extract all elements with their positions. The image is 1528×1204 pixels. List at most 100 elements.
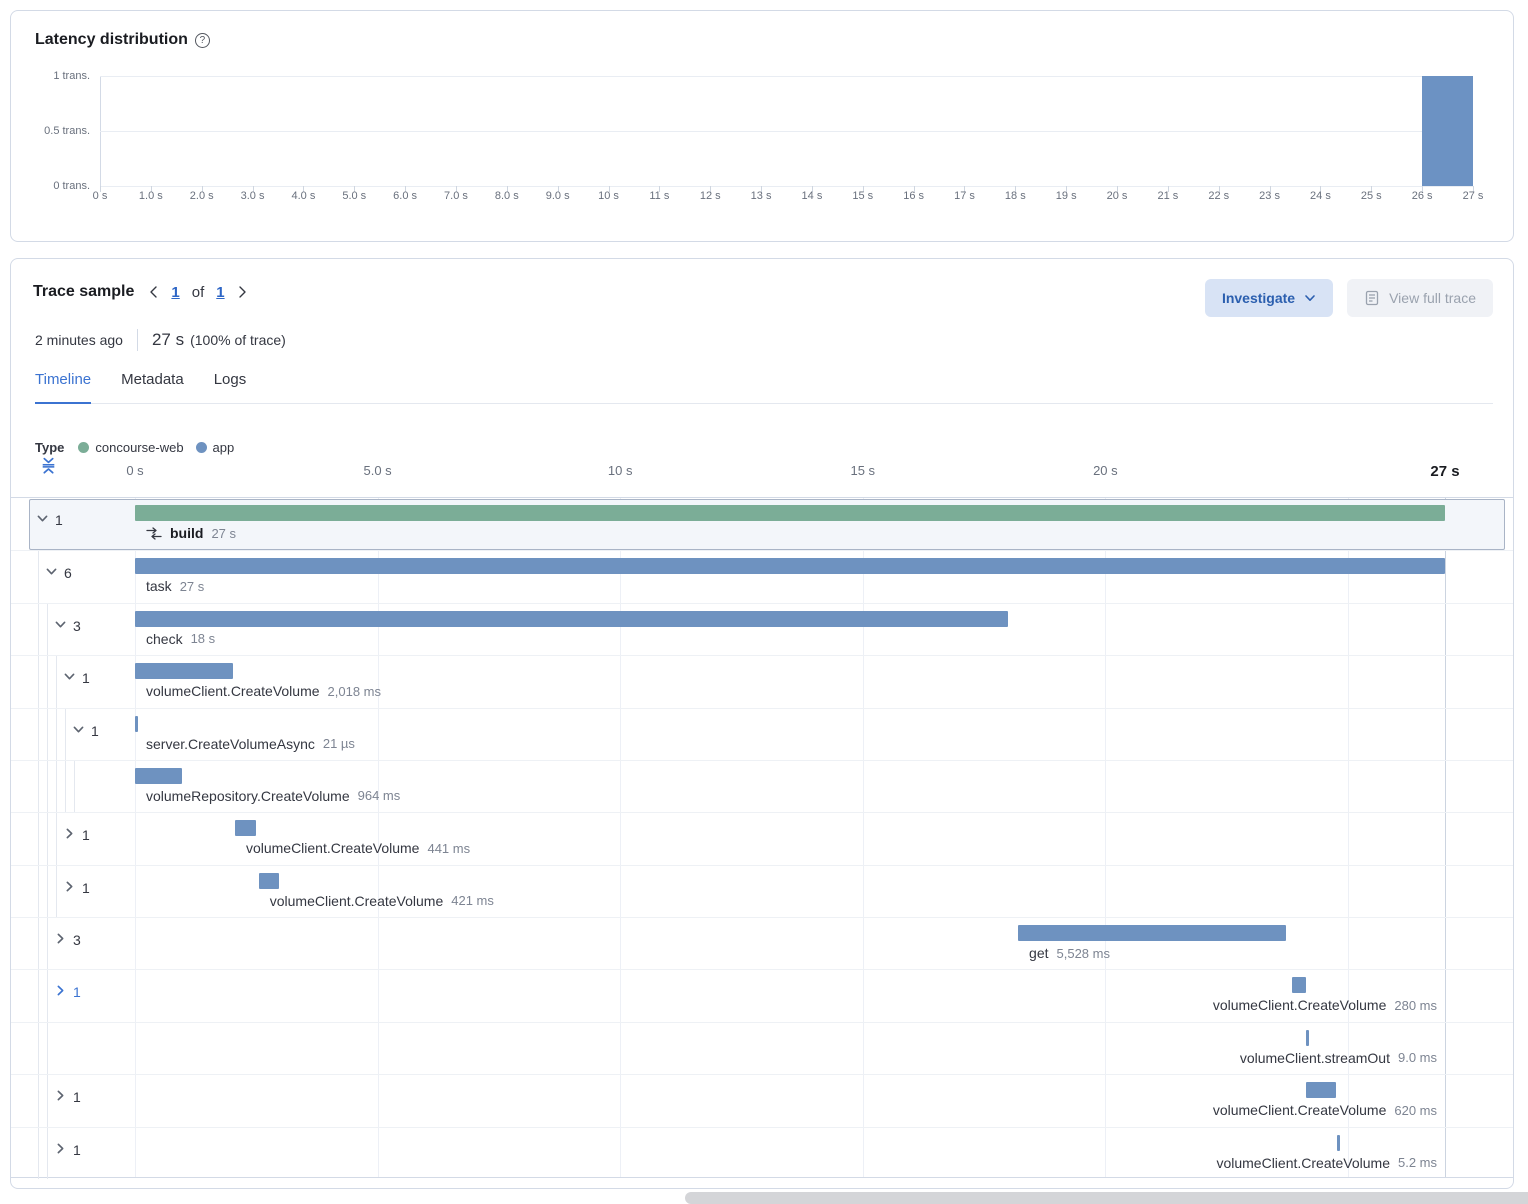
indent-guide [56,709,57,760]
latency-panel-title: Latency distribution [35,31,188,49]
span-duration: 620 ms [1394,1103,1437,1118]
span-bar[interactable] [135,768,182,784]
indent-guide [38,918,39,969]
tab-timeline[interactable]: Timeline [35,371,91,404]
span-bar[interactable] [259,873,279,889]
trace-summary: 2 minutes ago 27 s (100% of trace) [35,329,286,351]
span-count[interactable]: 1 [82,880,90,896]
span-bar[interactable] [1306,1030,1309,1046]
latency-x-tick-label: 2.0 s [190,190,214,202]
span-name: volumeClient.CreateVolume [1213,1102,1387,1118]
span-duration: 280 ms [1394,998,1437,1013]
trace-span-row[interactable]: 1volumeClient.CreateVolume421 ms [11,865,1513,917]
vertical-divider [137,329,138,351]
span-bar[interactable] [1306,1082,1336,1098]
span-bar[interactable] [1018,925,1286,941]
trace-span-row[interactable]: 3 check18 s [11,603,1513,655]
chevron-right-icon[interactable] [62,827,76,841]
chevron-down-icon[interactable] [71,723,85,737]
previous-trace-button[interactable] [148,285,159,299]
span-bar[interactable] [135,611,1008,627]
indent-guide [38,604,39,655]
span-count[interactable]: 1 [82,827,90,843]
span-count[interactable]: 1 [73,1142,81,1158]
indent-guide [47,866,48,917]
span-label: check18 s [146,631,215,647]
indent-guide [38,1075,39,1126]
latency-x-tick-label: 25 s [1361,190,1382,202]
chevron-right-icon[interactable] [62,880,76,894]
indent-guide [47,1075,48,1126]
span-bar[interactable] [135,663,233,679]
span-bar[interactable] [235,820,256,836]
span-bar[interactable] [1292,977,1306,993]
span-name: volumeClient.CreateVolume [146,683,320,699]
indent-guide [47,656,48,707]
indent-guide [38,866,39,917]
span-bar[interactable] [135,716,138,732]
trace-icon [146,527,162,540]
trace-span-row[interactable]: 3get5,528 ms [11,917,1513,969]
span-count[interactable]: 1 [82,670,90,686]
chevron-down-icon[interactable] [62,670,76,684]
trace-span-row[interactable]: 1 volumeClient.CreateVolume 620 ms [11,1074,1513,1126]
span-count[interactable]: 1 [73,1089,81,1105]
trace-span-row[interactable]: 1volumeClient.CreateVolume5.2 ms [11,1127,1513,1179]
trace-span-row[interactable]: 1build27 s [11,498,1513,550]
trace-span-row[interactable]: 1volumeClient.CreateVolume2,018 ms [11,655,1513,707]
trace-span-row[interactable]: volumeClient.streamOut9.0 ms [11,1022,1513,1074]
span-count[interactable]: 1 [91,723,99,739]
latency-gridline [100,186,1473,187]
span-count[interactable]: 3 [73,618,81,634]
tab-logs[interactable]: Logs [214,371,247,403]
indent-guide [65,709,66,760]
trace-span-row[interactable]: 6task27 s [11,550,1513,602]
indent-guide [38,1128,39,1179]
total-pages-link[interactable]: 1 [216,284,224,301]
chevron-right-icon[interactable] [53,1142,67,1156]
chevron-down-icon[interactable] [44,565,58,579]
span-count[interactable]: 1 [73,984,81,1000]
horizontal-scrollbar[interactable] [685,1192,1528,1204]
span-bar[interactable] [135,505,1445,521]
chevron-right-icon[interactable] [53,984,67,998]
trace-sample-panel: Trace sample 1 of 1 Investigate View ful… [10,258,1514,1189]
question-in-circle-icon[interactable]: ? [195,33,210,48]
span-duration: 27 s [180,579,205,594]
latency-x-tick-label: 0 s [93,190,108,202]
latency-x-tick-label: 14 s [802,190,823,202]
span-label: volumeRepository.CreateVolume964 ms [146,788,400,804]
chevron-down-icon[interactable] [53,618,67,632]
chevron-down-icon[interactable] [35,512,49,526]
trace-span-row[interactable]: volumeRepository.CreateVolume964 ms [11,760,1513,812]
indent-guide [38,1023,39,1074]
tab-metadata[interactable]: Metadata [121,371,184,403]
span-duration: 27 s [211,526,236,541]
latency-y-tick-label: 0.5 trans. [44,125,90,137]
indent-guide [38,761,39,812]
legend-dot-blue [196,442,207,453]
current-page-link[interactable]: 1 [171,284,179,301]
span-count[interactable]: 3 [73,932,81,948]
view-full-trace-label: View full trace [1389,290,1476,306]
chevron-right-icon[interactable] [53,932,67,946]
span-label: server.CreateVolumeAsync21 µs [146,736,355,752]
latency-distribution-panel: Latency distribution ? 1 trans.0.5 trans… [10,10,1514,242]
trace-span-row[interactable]: 1volumeClient.CreateVolume441 ms [11,812,1513,864]
trace-span-row[interactable]: 1 server.CreateVolumeAsync21 µs [11,708,1513,760]
span-count[interactable]: 1 [55,512,63,528]
span-bar[interactable] [1337,1135,1340,1151]
latency-x-tick-label: 19 s [1056,190,1077,202]
next-trace-button[interactable] [237,285,248,299]
latency-histogram-bar[interactable] [1422,76,1473,186]
timeline-axis-label: 27 s [1430,463,1459,480]
span-bar[interactable] [135,558,1445,574]
chevron-right-icon[interactable] [53,1089,67,1103]
span-count[interactable]: 6 [64,565,72,581]
span-label: volumeClient.CreateVolume280 ms [1213,997,1437,1013]
trace-span-row[interactable]: 1 volumeClient.CreateVolume280 ms [11,969,1513,1021]
latency-x-tick-label: 9.0 s [546,190,570,202]
investigate-button[interactable]: Investigate [1205,279,1333,317]
indent-guide [47,1023,48,1074]
view-full-trace-button[interactable]: View full trace [1347,279,1493,317]
